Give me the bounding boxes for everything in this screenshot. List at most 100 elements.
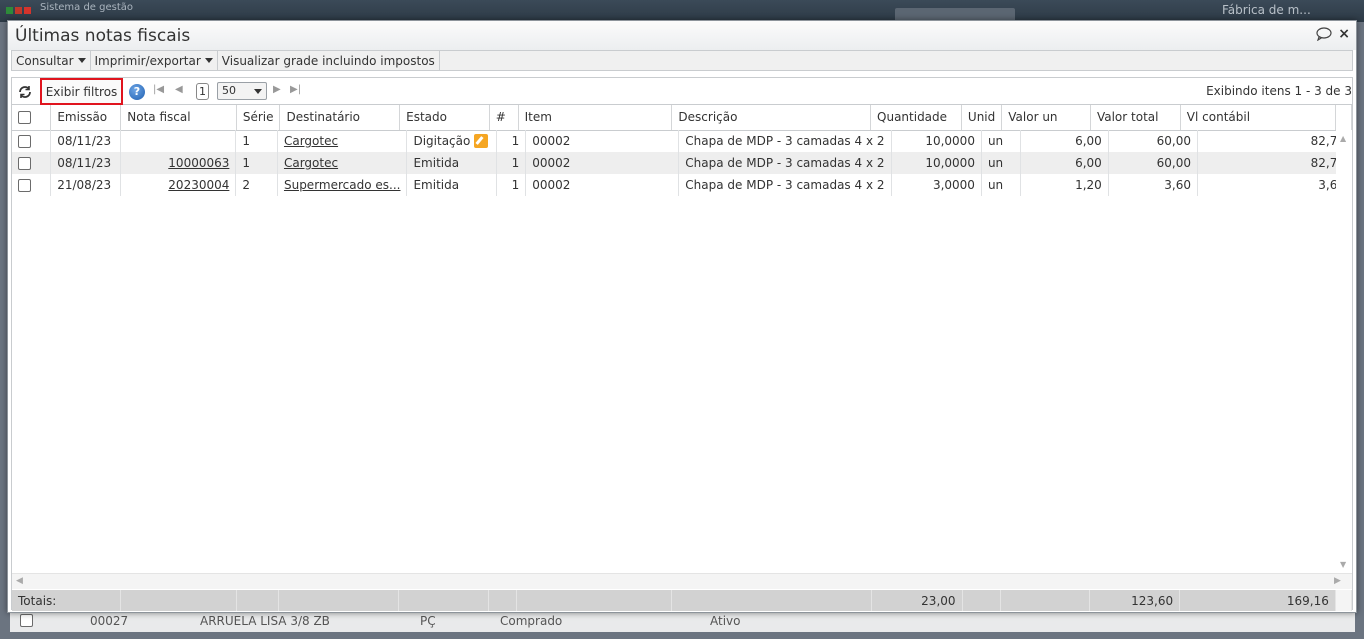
app-logo xyxy=(6,7,31,14)
totals-cell xyxy=(120,590,238,611)
page-size-select[interactable]: 50 xyxy=(217,82,267,100)
cell-valor-un: 6,00 xyxy=(1020,152,1109,174)
cell-descricao: Chapa de MDP - 3 camadas 4 x 2 xyxy=(678,152,892,174)
cell-serie: 1 xyxy=(235,130,278,152)
row-checkbox[interactable] xyxy=(18,135,31,148)
items-info: Exibindo itens 1 - 3 de 3 xyxy=(1206,84,1352,98)
cell-estado: Emitida xyxy=(406,174,498,196)
show-filters-button[interactable]: Exibir filtros xyxy=(40,78,123,105)
totals-label: Totais: xyxy=(12,590,122,611)
row-checkbox[interactable] xyxy=(18,179,31,192)
destinatario-link[interactable]: Supermercado es... xyxy=(284,178,401,192)
cell-emissao: 08/11/23 xyxy=(50,130,122,152)
chevron-down-icon xyxy=(254,89,262,94)
column-header[interactable]: Emissão xyxy=(50,105,122,131)
app-brand: Sistema de gestão xyxy=(40,2,134,13)
totals-cell xyxy=(516,590,673,611)
menu-visualizar-impostos[interactable]: Visualizar grade incluindo impostos xyxy=(218,51,440,70)
cell-valor-total: 60,00 xyxy=(1108,130,1198,152)
scroll-left-icon[interactable]: ◀ xyxy=(16,576,23,586)
column-header[interactable]: Vl contábil xyxy=(1180,105,1336,131)
row-checkbox-cell[interactable] xyxy=(12,152,52,174)
column-header[interactable]: Quantidade xyxy=(870,105,962,131)
scroll-up-icon[interactable]: ▲ xyxy=(1340,134,1346,143)
menu-visualizar-label: Visualizar grade incluindo impostos xyxy=(221,53,435,68)
help-icon[interactable]: ? xyxy=(129,84,145,100)
menu-bar: Consultar Imprimir/exportar Visualizar g… xyxy=(11,50,1353,71)
cell-vl-contabil: 82,78 xyxy=(1197,130,1353,152)
select-all-header[interactable] xyxy=(12,105,52,131)
column-header[interactable]: Unid xyxy=(961,105,1003,131)
destinatario-link[interactable]: Cargotec xyxy=(284,134,338,148)
edit-icon[interactable] xyxy=(474,134,489,149)
cell-destinatario[interactable]: Cargotec xyxy=(277,130,408,152)
column-header[interactable]: Valor un xyxy=(1001,105,1091,131)
first-page-icon[interactable]: |◀ xyxy=(153,84,164,95)
close-icon[interactable]: × xyxy=(1338,27,1350,41)
cell-descricao: Chapa de MDP - 3 camadas 4 x 2 xyxy=(678,130,892,152)
cell-estado: Digitação xyxy=(406,130,498,152)
cell-vl-contabil: 82,78 xyxy=(1197,152,1353,174)
cell-quantidade: 10,0000 xyxy=(891,152,982,174)
background-row-unit: PÇ xyxy=(420,614,436,628)
cell-estado: Emitida xyxy=(406,152,498,174)
prev-page-icon[interactable]: ◀ xyxy=(175,84,183,95)
table-row[interactable]: 08/11/23 1 Cargotec Digitação 1 00002 Ch… xyxy=(12,130,1353,152)
destinatario-link[interactable]: Cargotec xyxy=(284,156,338,170)
totals-quantidade: 23,00 xyxy=(871,590,963,611)
scroll-down-icon[interactable]: ▼ xyxy=(1340,560,1346,569)
cell-nota-fiscal[interactable] xyxy=(120,130,237,152)
column-header[interactable]: Série xyxy=(236,105,281,131)
cell-serie: 2 xyxy=(235,174,278,196)
background-row-checkbox[interactable] xyxy=(20,614,33,627)
next-page-icon[interactable]: ▶ xyxy=(273,84,281,95)
page-number[interactable]: 1 xyxy=(196,83,209,100)
column-header[interactable]: Nota fiscal xyxy=(120,105,237,131)
menu-consultar[interactable]: Consultar xyxy=(12,51,91,70)
refresh-icon[interactable] xyxy=(18,85,32,99)
nota-fiscal-link[interactable]: 10000063 xyxy=(168,156,229,170)
totals-vl-contabil: 169,16 xyxy=(1179,590,1336,611)
column-header[interactable]: Estado xyxy=(399,105,490,131)
column-header[interactable]: Destinatário xyxy=(279,105,401,131)
menu-imprimir-exportar[interactable]: Imprimir/exportar xyxy=(91,51,218,70)
scroll-right-icon[interactable]: ▶ xyxy=(1334,576,1341,586)
grid-toolbar: Exibir filtros ? |◀ ◀ 1 50 ▶ ▶| Exibindo… xyxy=(12,78,1352,105)
page-size-value: 50 xyxy=(222,84,236,97)
table-row[interactable]: 08/11/23 10000063 1 Cargotec Emitida 1 0… xyxy=(12,152,1353,174)
row-checkbox-cell[interactable] xyxy=(12,130,52,152)
company-name[interactable]: Fábrica de m... xyxy=(1222,3,1311,17)
cell-emissao: 08/11/23 xyxy=(50,152,122,174)
cell-unid: un xyxy=(981,174,1021,196)
cell-nota-fiscal[interactable]: 20230004 xyxy=(120,174,237,196)
column-header[interactable]: # xyxy=(489,105,519,131)
header-spacer xyxy=(1335,105,1353,131)
cell-nota-fiscal[interactable]: 10000063 xyxy=(120,152,237,174)
cell-destinatario[interactable]: Supermercado es... xyxy=(277,174,408,196)
last-page-icon[interactable]: ▶| xyxy=(290,84,301,95)
chat-icon[interactable] xyxy=(1316,27,1332,41)
cell-item: 00002 xyxy=(525,174,680,196)
background-row-status: Ativo xyxy=(710,614,741,628)
column-header[interactable]: Item xyxy=(518,105,673,131)
horizontal-scrollbar[interactable]: ◀ ▶ xyxy=(12,573,1352,589)
grid-body: 08/11/23 1 Cargotec Digitação 1 00002 Ch… xyxy=(12,130,1353,196)
row-checkbox[interactable] xyxy=(18,157,31,170)
totals-cell xyxy=(398,590,489,611)
modal-title: Últimas notas fiscais xyxy=(15,26,191,46)
table-row[interactable]: 21/08/23 20230004 2 Supermercado es... E… xyxy=(12,174,1353,196)
cell-destinatario[interactable]: Cargotec xyxy=(277,152,408,174)
invoices-grid: Exibir filtros ? |◀ ◀ 1 50 ▶ ▶| Exibindo… xyxy=(11,77,1353,611)
vertical-scrollbar[interactable]: ▲ ▼ xyxy=(1336,130,1352,590)
totals-valor-total: 123,60 xyxy=(1089,590,1181,611)
row-checkbox-cell[interactable] xyxy=(12,174,52,196)
column-header[interactable]: Valor total xyxy=(1090,105,1181,131)
nota-fiscal-link[interactable]: 20230004 xyxy=(168,178,229,192)
cell-valor-un: 1,20 xyxy=(1020,174,1109,196)
cell-valor-total: 60,00 xyxy=(1108,152,1198,174)
background-row: 00027 ARRUELA LISA 3/8 ZB PÇ Comprado At… xyxy=(10,612,1355,632)
column-header[interactable]: Descrição xyxy=(671,105,872,131)
totals-row: Totais: 23,00 123,60 169,16 xyxy=(12,590,1353,611)
select-all-checkbox[interactable] xyxy=(18,111,31,125)
cell-serie: 1 xyxy=(235,152,278,174)
